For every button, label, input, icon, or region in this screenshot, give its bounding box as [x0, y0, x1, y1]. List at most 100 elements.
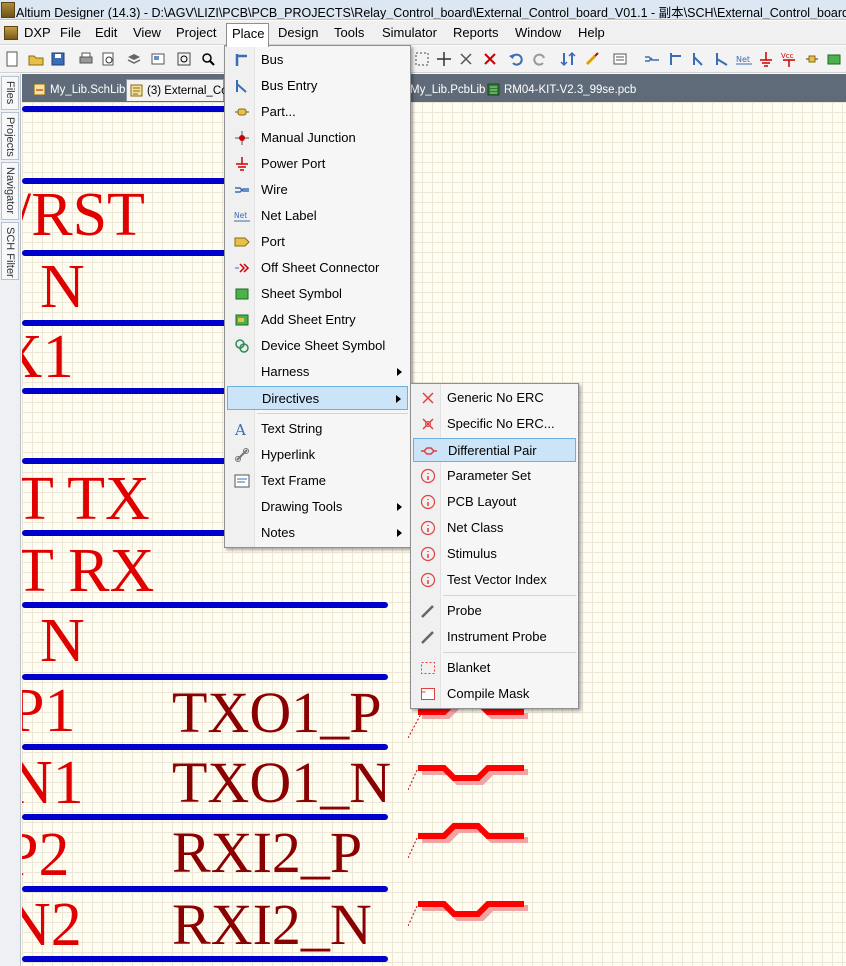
svg-text:Vcc: Vcc: [781, 52, 794, 60]
menu-item-text-frame[interactable]: Text Frame: [227, 469, 408, 493]
menu-item-text-string[interactable]: A Text String: [227, 417, 408, 441]
menu-project[interactable]: Project: [174, 23, 218, 43]
menu-item-compile-mask[interactable]: Compile Mask: [413, 682, 576, 706]
side-tab-projects[interactable]: Projects: [1, 112, 19, 160]
menu-window[interactable]: Window: [513, 23, 563, 43]
print-preview-icon[interactable]: [100, 51, 116, 67]
zoom-icon[interactable]: [200, 51, 216, 67]
pin-label-tx: T TX: [22, 465, 150, 533]
menu-item-probe[interactable]: Probe: [413, 599, 576, 623]
menu-item-off-sheet-connector[interactable]: Off Sheet Connector: [227, 256, 408, 280]
side-tab-files[interactable]: Files: [1, 76, 19, 110]
submenu-arrow-icon: [397, 503, 402, 511]
menu-item-sheet-symbol[interactable]: Sheet Symbol: [227, 282, 408, 306]
menu-item-bus-entry[interactable]: Bus Entry: [227, 74, 408, 98]
doc-tab-pcb[interactable]: RM04-KIT-V2.3_99se.pcb: [484, 79, 636, 101]
net-label-txo1-p[interactable]: TXO1_P: [172, 684, 381, 742]
save-icon[interactable]: [50, 51, 66, 67]
net-label-rxi2-n[interactable]: RXI2_N: [172, 896, 372, 954]
device-sheet-symbol-icon: [235, 339, 249, 353]
menu-item-wire[interactable]: Wire: [227, 178, 408, 202]
menu-item-notes[interactable]: Notes: [227, 521, 408, 545]
menu-item-differential-pair[interactable]: Differential Pair: [413, 438, 576, 462]
compile-icon[interactable]: [612, 51, 628, 67]
redo-icon[interactable]: [532, 51, 548, 67]
menu-item-net-class[interactable]: Net Class: [413, 516, 576, 540]
menu-item-manual-junction[interactable]: Manual Junction: [227, 126, 408, 150]
menu-help[interactable]: Help: [576, 23, 607, 43]
print-icon[interactable]: [78, 51, 94, 67]
menu-item-test-vector-index[interactable]: Test Vector Index: [413, 568, 576, 592]
menu-item-stimulus[interactable]: Stimulus: [413, 542, 576, 566]
menu-bar: DXP File Edit View Project Place Design …: [0, 21, 846, 47]
side-tab-sch-filter[interactable]: SCH Filter: [1, 222, 19, 280]
menu-item-pcb-layout[interactable]: PCB Layout: [413, 490, 576, 514]
menu-tools[interactable]: Tools: [332, 23, 366, 43]
deselect-icon[interactable]: [482, 51, 498, 67]
menu-item-parameter-set[interactable]: Parameter Set: [413, 464, 576, 488]
browse-icon[interactable]: [150, 51, 166, 67]
side-tab-navigator[interactable]: Navigator: [1, 162, 19, 220]
toolbar-sheet-symbol-icon[interactable]: [826, 51, 842, 67]
document-tabs: My_Lib.SchLib (3) External_Co My_Lib.Pcb…: [22, 74, 846, 102]
menu-item-instrument-probe[interactable]: Instrument Probe: [413, 625, 576, 649]
differential-pair-icon[interactable]: [408, 750, 538, 790]
menu-item-part[interactable]: Part...: [227, 100, 408, 124]
toolbar-ground-icon[interactable]: [758, 51, 774, 67]
move-icon[interactable]: [436, 51, 452, 67]
net-label-rxi2-p[interactable]: RXI2_P: [172, 824, 362, 882]
new-document-icon[interactable]: [4, 51, 20, 67]
sheet-entry-icon: [235, 314, 249, 326]
menu-item-directives[interactable]: Directives: [227, 386, 408, 410]
toolbar-part-icon[interactable]: [804, 51, 820, 67]
zoom-area-icon[interactable]: [176, 51, 192, 67]
menu-place[interactable]: Place: [226, 23, 269, 47]
doc-tab-schlib[interactable]: My_Lib.SchLib: [30, 79, 125, 101]
toolbar-bus-entry-icon[interactable]: [692, 51, 708, 67]
menu-item-drawing-tools[interactable]: Drawing Tools: [227, 495, 408, 519]
menu-item-power-port[interactable]: Power Port: [227, 152, 408, 176]
menu-view[interactable]: View: [131, 23, 163, 43]
select-cross-icon[interactable]: [458, 51, 474, 67]
doc-tab-external-control[interactable]: (3) External_Co: [126, 79, 228, 101]
menu-item-generic-no-erc[interactable]: Generic No ERC: [413, 386, 576, 410]
compile-mask-icon: [421, 688, 435, 700]
toolbar-signal-harness-icon[interactable]: [714, 51, 730, 67]
select-area-icon[interactable]: [414, 51, 430, 67]
menu-item-device-sheet-symbol[interactable]: Device Sheet Symbol: [227, 334, 408, 358]
differential-pair-icon[interactable]: [408, 886, 538, 926]
differential-pair-icon: [421, 447, 437, 455]
menu-item-bus[interactable]: Bus: [227, 48, 408, 72]
menu-design[interactable]: Design: [276, 23, 320, 43]
menu-item-net-label[interactable]: Net Net Label: [227, 204, 408, 228]
undo-icon[interactable]: [508, 51, 524, 67]
net-label-txo1-n[interactable]: TXO1_N: [172, 754, 391, 812]
cross-probe-icon[interactable]: [584, 51, 600, 67]
toolbar-net-label-icon[interactable]: Net: [736, 51, 752, 67]
toolbar-wire-icon[interactable]: [644, 51, 660, 67]
differential-pair-icon[interactable]: [408, 818, 538, 858]
bus-icon: [235, 54, 247, 66]
dxp-icon[interactable]: [4, 26, 18, 40]
menu-item-blanket[interactable]: Blanket: [413, 656, 576, 680]
menu-file[interactable]: File: [58, 23, 83, 43]
port-icon: [234, 237, 250, 247]
toolbar-vcc-icon[interactable]: Vcc: [780, 51, 796, 67]
text-frame-icon: [234, 474, 250, 488]
menu-edit[interactable]: Edit: [93, 23, 119, 43]
menu-reports[interactable]: Reports: [451, 23, 501, 43]
menu-item-hyperlink[interactable]: Hyperlink: [227, 443, 408, 467]
menu-dxp[interactable]: DXP: [22, 23, 53, 43]
hierarchy-icon[interactable]: [560, 51, 576, 67]
menu-item-add-sheet-entry[interactable]: Add Sheet Entry: [227, 308, 408, 332]
off-sheet-connector-icon: [235, 263, 250, 273]
menu-item-harness[interactable]: Harness: [227, 360, 408, 384]
menu-simulator[interactable]: Simulator: [380, 23, 439, 43]
menu-item-specific-no-erc[interactable]: Specific No ERC...: [413, 412, 576, 436]
layers-icon[interactable]: [126, 51, 142, 67]
submenu-arrow-icon: [397, 529, 402, 537]
sheet-symbol-icon: [235, 288, 249, 300]
open-folder-icon[interactable]: [28, 51, 44, 67]
menu-item-port[interactable]: Port: [227, 230, 408, 254]
toolbar-bus-icon[interactable]: [668, 51, 684, 67]
